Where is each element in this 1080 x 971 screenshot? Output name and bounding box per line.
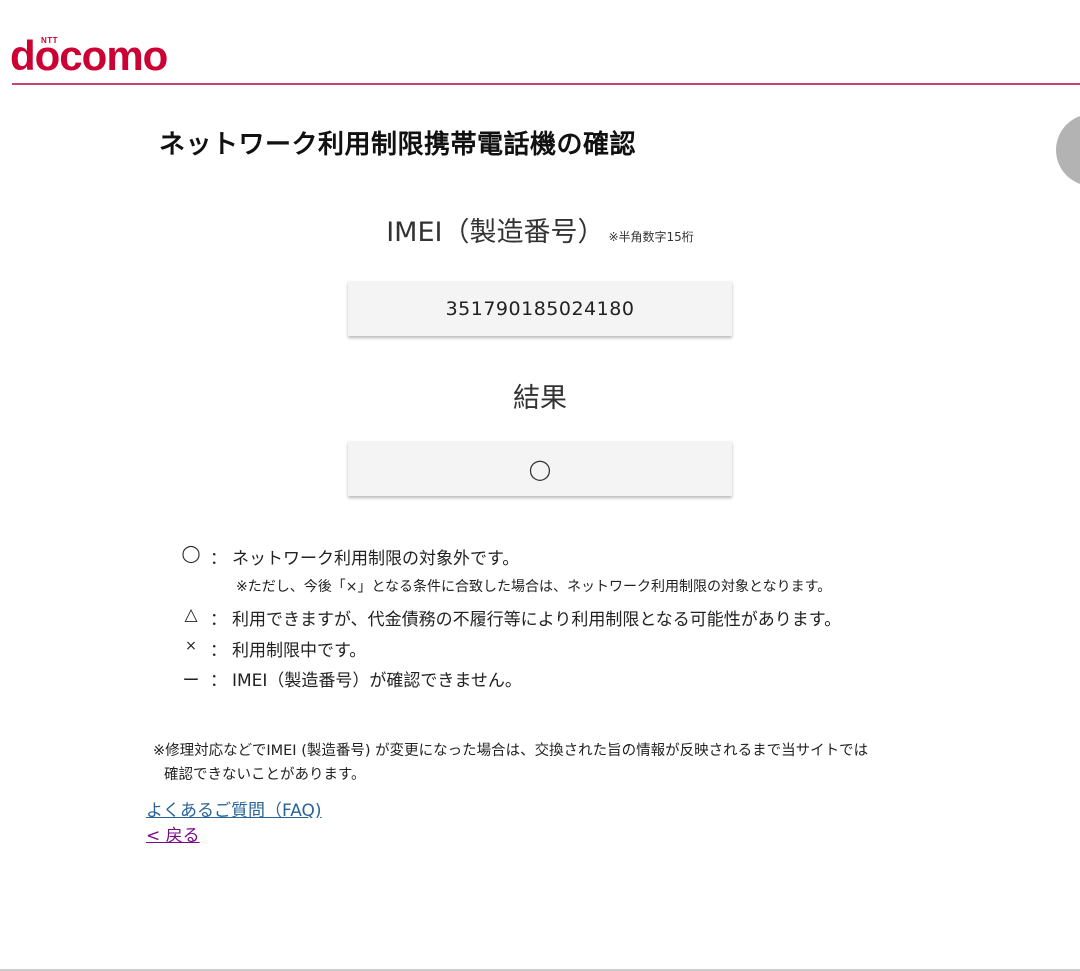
footnote-line-2: 確認できないことがあります。 [164, 767, 366, 783]
legend-colon: ： [210, 610, 227, 630]
header: docomo NTT [0, 0, 1080, 86]
imei-note: ※半角数字15桁 [608, 230, 694, 244]
result-value-box: ◯ [348, 441, 732, 496]
footnote: ※修理対応などでIMEI (製造番号) が変更になった場合は、交換された旨の情報… [153, 739, 943, 787]
legend-symbol: ー [182, 671, 200, 691]
legend-symbol: ◯ [181, 544, 201, 564]
legend-symbol: × [185, 638, 197, 654]
legend-text: 利用できますが、代金債務の不履行等により利用制限となる可能性があります。 [232, 610, 842, 630]
logo-wordmark: docomo [10, 32, 168, 79]
legend-text: ネットワーク利用制限の対象外です。 [232, 549, 520, 569]
imei-value-box: 351790185024180 [348, 281, 732, 336]
legend-colon: ： [210, 641, 227, 661]
page: docomo NTT ネットワーク利用制限携帯電話機の確認 IMEI（製造番号）… [0, 0, 1080, 971]
imei-label: IMEI（製造番号） [386, 217, 605, 248]
floating-scroll-handle[interactable] [1056, 114, 1080, 186]
faq-link[interactable]: よくあるご質問（FAQ) [146, 796, 322, 821]
logo-ntt-mark: NTT [41, 36, 59, 45]
imei-value: 351790185024180 [445, 297, 635, 320]
page-title: ネットワーク利用制限携帯電話機の確認 [159, 130, 637, 160]
imei-heading: IMEI（製造番号） ※半角数字15桁 [0, 210, 1080, 249]
legend-colon: ： [210, 671, 227, 691]
header-divider [12, 83, 1080, 85]
legend-colon: ： [210, 549, 227, 569]
legend-text: IMEI（製造番号）が確認できません。 [232, 671, 522, 691]
legend-text: 利用制限中です。 [232, 641, 367, 661]
result-value: ◯ [528, 456, 552, 481]
result-label: 結果 [513, 383, 567, 414]
back-link[interactable]: < 戻る [146, 821, 200, 846]
legend-subnote: ※ただし、今後「×」となる条件に合致した場合は、ネットワーク利用制限の対象となり… [236, 579, 832, 595]
footnote-line-1: ※修理対応などでIMEI (製造番号) が変更になった場合は、交換された旨の情報… [153, 743, 869, 759]
legend-symbol: △ [184, 605, 198, 625]
